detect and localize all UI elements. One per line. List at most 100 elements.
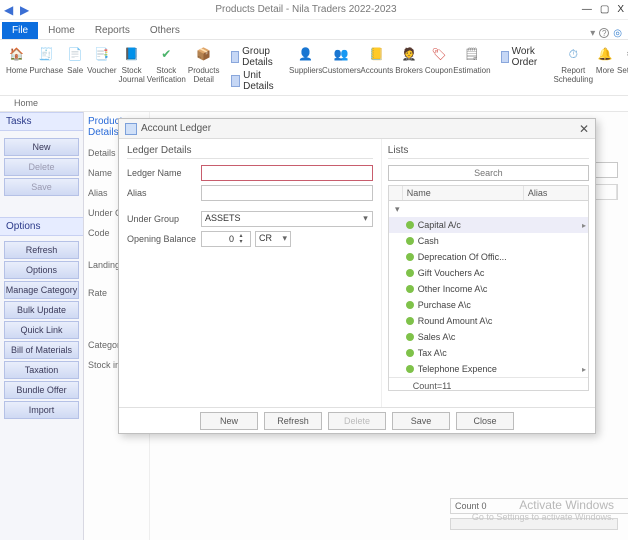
menu-tab-reports[interactable]: Reports — [85, 22, 140, 39]
bill-of-materials-button[interactable]: Bill of Materials — [4, 341, 79, 359]
ribbon-suppliers[interactable]: 👤Suppliers — [289, 44, 322, 75]
ribbon-unit-details[interactable]: Unit Details — [231, 70, 277, 92]
dialog-icon — [125, 123, 137, 135]
opening-balance-input[interactable]: ▴▾ — [201, 231, 251, 247]
quick-link-button[interactable]: Quick Link — [4, 321, 79, 339]
ledger-list-item[interactable]: Sales A\c — [389, 329, 588, 345]
close-window-button[interactable]: X — [617, 4, 624, 15]
crdr-select[interactable]: CR — [255, 231, 291, 247]
ledger-item-icon — [406, 269, 414, 277]
ribbon-coupon[interactable]: 🏷Coupon — [425, 44, 453, 75]
bundle-offer-button[interactable]: Bundle Offer — [4, 381, 79, 399]
ledger-item-icon — [406, 317, 414, 325]
dialog-close-button[interactable]: ✕ — [579, 122, 589, 136]
ledger-item-icon — [406, 333, 414, 341]
modal-save-button[interactable]: Save — [392, 412, 450, 430]
collapse-icon[interactable]: ▾ — [393, 204, 402, 215]
bulk-update-button[interactable]: Bulk Update — [4, 301, 79, 319]
forward-arrow-icon[interactable]: ▶ — [20, 5, 30, 15]
refresh-button[interactable]: Refresh — [4, 241, 79, 259]
ledger-tree[interactable]: ▾ Capital A/c▸CashDeprecation Of Offic...… — [388, 201, 589, 391]
back-arrow-icon[interactable]: ◀ — [4, 5, 14, 15]
ledger-details-head: Ledger Details — [127, 145, 373, 159]
save-button[interactable]: Save — [4, 178, 79, 196]
import-button[interactable]: Import — [4, 401, 79, 419]
options-panel-head: Options — [0, 217, 83, 236]
ledger-item-icon — [406, 301, 414, 309]
ledger-item-icon — [406, 285, 414, 293]
ledger-list-item[interactable]: Tax A\c — [389, 345, 588, 361]
help-icon[interactable]: ? — [599, 28, 609, 38]
menu-row: File Home Reports Others ▾ ? ◎ — [0, 20, 628, 40]
ribbon-report-scheduling[interactable]: ⏱Report Scheduling — [553, 44, 593, 84]
left-sidebar: Tasks New Delete Save Options Refresh Op… — [0, 112, 84, 540]
menu-tab-others[interactable]: Others — [140, 22, 190, 39]
ribbon-stock-journal[interactable]: 📘Stock Journal — [119, 44, 145, 84]
alias-input[interactable] — [201, 185, 373, 201]
ledger-item-icon — [406, 253, 414, 261]
col-name: Name — [403, 186, 524, 200]
ledger-list-header: Name Alias — [388, 185, 589, 201]
ledger-list-item[interactable]: Purchase A\c — [389, 297, 588, 313]
modal-delete-button[interactable]: Delete — [328, 412, 386, 430]
ribbon-voucher[interactable]: 📑Voucher — [87, 44, 116, 75]
under-group-label: Under Group — [127, 214, 197, 224]
under-group-select[interactable]: ASSETS — [201, 211, 373, 227]
ledger-list-item[interactable]: Other Income A\c — [389, 281, 588, 297]
dropdown-icon[interactable]: ▾ — [590, 28, 595, 39]
ribbon-settings[interactable]: ⚙Settings — [617, 44, 628, 75]
manage-category-button[interactable]: Manage Category — [4, 281, 79, 299]
dialog-title: Account Ledger — [141, 123, 579, 134]
ledger-list-item[interactable]: Telephone Expence▸ — [389, 361, 588, 377]
ribbon-estimation[interactable]: 🗒Estimation — [455, 44, 489, 75]
options-button[interactable]: Options — [4, 261, 79, 279]
minimize-button[interactable]: — — [582, 4, 592, 15]
ribbon-sale[interactable]: 📄Sale — [65, 44, 85, 75]
ribbon-customers[interactable]: 👥Customers — [324, 44, 358, 75]
col-alias: Alias — [524, 186, 588, 200]
lists-head: Lists — [388, 145, 589, 159]
modal-new-button[interactable]: New — [200, 412, 258, 430]
ledger-item-icon — [406, 365, 414, 373]
ledger-item-icon — [406, 349, 414, 357]
taxation-button[interactable]: Taxation — [4, 361, 79, 379]
ribbon-accounts[interactable]: 📒Accounts — [360, 44, 393, 75]
delete-button[interactable]: Delete — [4, 158, 79, 176]
ledger-item-icon — [406, 237, 414, 245]
ribbon-group-details[interactable]: Group Details — [231, 46, 277, 68]
ledger-count: Count=11 — [389, 377, 588, 391]
app-info-icon[interactable]: ◎ — [613, 28, 622, 39]
alias-label: Alias — [127, 188, 197, 198]
ledger-list-item[interactable]: Cash — [389, 233, 588, 249]
ledger-item-icon — [406, 221, 414, 229]
restore-button[interactable]: ▢ — [600, 4, 609, 15]
ribbon: 🏠Home🧾Purchase📄Sale📑Voucher📘Stock Journa… — [0, 40, 628, 96]
ledger-name-label: Ledger Name — [127, 168, 197, 178]
file-tab[interactable]: File — [2, 22, 38, 39]
modal-refresh-button[interactable]: Refresh — [264, 412, 322, 430]
ledger-name-input[interactable] — [201, 165, 373, 181]
opening-balance-label: Opening Balance — [127, 234, 197, 244]
sub-tab-strip: Home — [0, 96, 628, 112]
ribbon-stock-verification[interactable]: ✔Stock Verification — [147, 44, 186, 84]
spin-down-icon[interactable]: ▾ — [236, 239, 246, 245]
ribbon-work-order[interactable]: Work Order — [501, 46, 542, 68]
ribbon-home[interactable]: 🏠Home — [6, 44, 27, 75]
ribbon-brokers[interactable]: 🤵Brokers — [395, 44, 423, 75]
modal-close-button[interactable]: Close — [456, 412, 514, 430]
title-bar: ◀ ▶ Products Detail - Nila Traders 2022-… — [0, 0, 628, 20]
ribbon-more[interactable]: 🔔More — [595, 44, 615, 75]
ledger-list-item[interactable]: Capital A/c▸ — [389, 217, 588, 233]
ledger-search-input[interactable] — [388, 165, 589, 181]
ledger-list-item[interactable]: Deprecation Of Offic... — [389, 249, 588, 265]
sub-tab-home[interactable]: Home — [0, 96, 52, 111]
ribbon-products-detail[interactable]: 📦Products Detail — [188, 44, 220, 84]
window-title: Products Detail - Nila Traders 2022-2023 — [30, 4, 582, 15]
ledger-list-item[interactable]: Round Amount A\c — [389, 313, 588, 329]
tasks-panel-head: Tasks — [0, 112, 83, 131]
new-button[interactable]: New — [4, 138, 79, 156]
activate-windows-watermark: Activate Windows Go to Settings to activ… — [472, 498, 614, 522]
ribbon-purchase[interactable]: 🧾Purchase — [29, 44, 63, 75]
menu-tab-home[interactable]: Home — [38, 22, 85, 39]
ledger-list-item[interactable]: Gift Vouchers Ac — [389, 265, 588, 281]
